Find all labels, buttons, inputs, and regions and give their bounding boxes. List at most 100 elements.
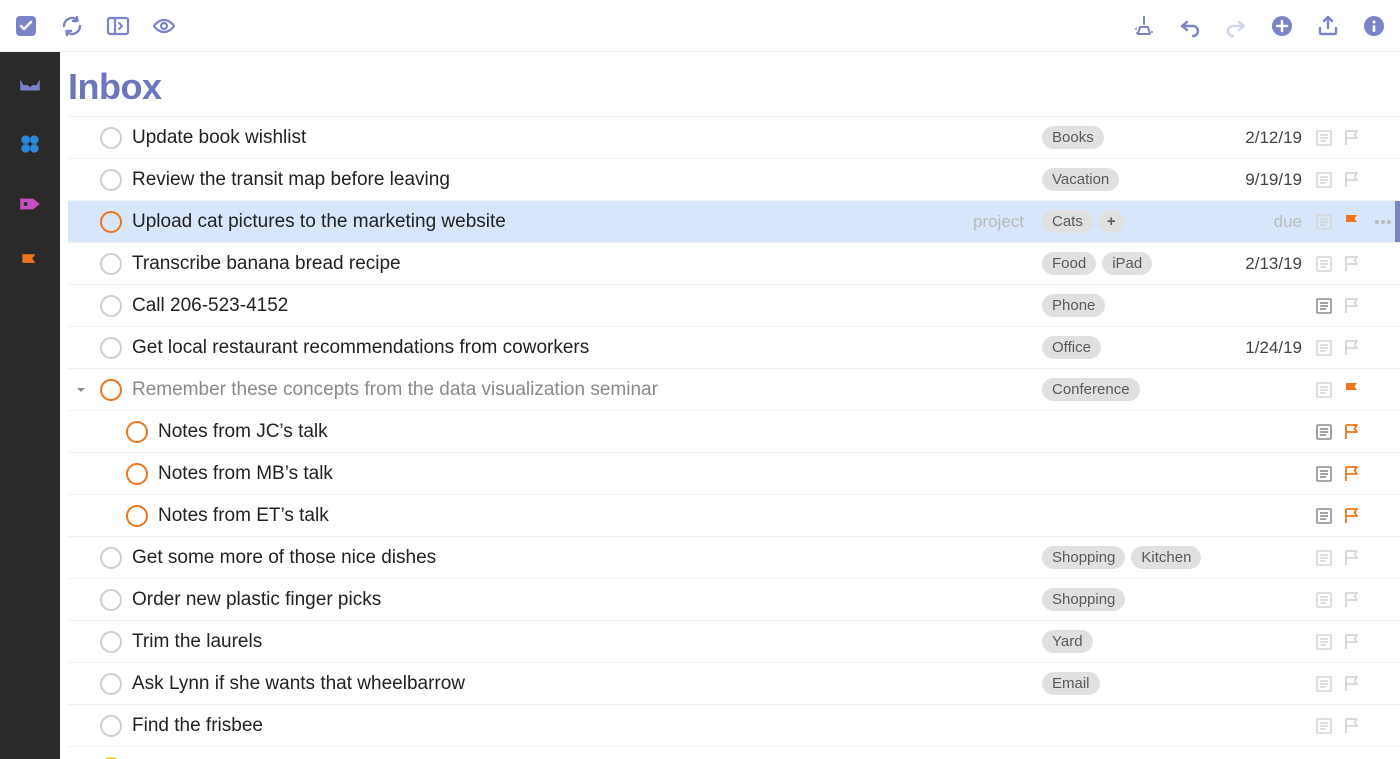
note-icon[interactable] [1310,676,1338,692]
task-row[interactable]: Notes from MB’s talk [68,452,1400,494]
flagged-tab[interactable] [12,246,48,282]
status-circle[interactable] [126,505,148,527]
task-row[interactable]: Put more money on the Orca card1/10/19 [68,746,1400,759]
status-circle[interactable] [100,631,122,653]
task-title: Notes from MB’s talk [158,463,333,485]
tag-pill[interactable]: iPad [1102,252,1152,275]
status-circle[interactable] [100,379,122,401]
note-icon[interactable] [1310,634,1338,650]
task-row[interactable]: Upload cat pictures to the marketing web… [68,200,1400,242]
flag-icon[interactable] [1338,549,1366,567]
flag-icon[interactable] [1338,633,1366,651]
task-row[interactable]: Get some more of those nice dishesShoppi… [68,536,1400,578]
flag-icon[interactable] [1338,129,1366,147]
toggle-sidebar-icon[interactable] [106,14,130,38]
task-row[interactable]: Transcribe banana bread recipeFoodiPad2/… [68,242,1400,284]
tag-pill[interactable]: Vacation [1042,168,1119,191]
flag-icon[interactable] [1338,675,1366,693]
flag-icon[interactable] [1338,339,1366,357]
note-icon[interactable] [1310,256,1338,272]
task-row[interactable]: Call 206-523-4152Phone [68,284,1400,326]
status-circle[interactable] [100,547,122,569]
task-row[interactable]: Ask Lynn if she wants that wheelbarrowEm… [68,662,1400,704]
status-circle[interactable] [126,463,148,485]
disclosure-toggle [74,551,88,565]
task-row[interactable]: Review the transit map before leavingVac… [68,158,1400,200]
project-field[interactable]: project [862,212,1042,232]
undo-icon[interactable] [1178,14,1202,38]
tags-area: Phone [1042,294,1222,317]
task-row[interactable]: Trim the laurelsYard [68,620,1400,662]
tags-tab[interactable] [12,186,48,222]
note-icon[interactable] [1310,466,1338,482]
note-icon[interactable] [1310,424,1338,440]
flag-icon[interactable] [1338,591,1366,609]
note-icon[interactable] [1310,130,1338,146]
task-row[interactable]: Notes from JC’s talk [68,410,1400,452]
flag-icon[interactable] [1338,423,1366,441]
add-icon[interactable] [1270,14,1294,38]
tag-pill[interactable]: Food [1042,252,1096,275]
disclosure-toggle[interactable] [74,383,88,397]
projects-tab[interactable] [12,126,48,162]
status-circle[interactable] [100,253,122,275]
note-icon[interactable] [1310,718,1338,734]
task-row[interactable]: Get local restaurant recommendations fro… [68,326,1400,368]
flag-icon[interactable] [1338,465,1366,483]
tag-pill[interactable]: Email [1042,672,1100,695]
flag-icon[interactable] [1338,297,1366,315]
status-circle[interactable] [100,127,122,149]
note-icon[interactable] [1310,298,1338,314]
note-icon[interactable] [1310,550,1338,566]
task-row[interactable]: Remember these concepts from the data vi… [68,368,1400,410]
more-icon[interactable] [1366,219,1400,225]
eye-icon[interactable] [152,14,176,38]
share-icon[interactable] [1316,14,1340,38]
task-title: Upload cat pictures to the marketing web… [132,211,506,233]
status-circle[interactable] [100,673,122,695]
task-row[interactable]: Order new plastic finger picksShopping [68,578,1400,620]
status-circle[interactable] [100,211,122,233]
note-icon[interactable] [1310,382,1338,398]
flag-icon[interactable] [1338,171,1366,189]
note-icon[interactable] [1310,508,1338,524]
tag-pill[interactable]: Cats [1042,210,1093,233]
status-circle[interactable] [100,295,122,317]
check-icon[interactable] [14,14,38,38]
inbox-tab[interactable] [12,66,48,102]
tag-pill[interactable]: Kitchen [1131,546,1201,569]
cleanup-icon[interactable] [1132,14,1156,38]
flag-icon[interactable] [1338,255,1366,273]
task-row[interactable]: Find the frisbee [68,704,1400,746]
info-icon[interactable] [1362,14,1386,38]
sync-icon[interactable] [60,14,84,38]
tag-pill[interactable]: Office [1042,336,1101,359]
note-icon[interactable] [1310,172,1338,188]
flag-icon[interactable] [1338,381,1366,399]
tag-pill[interactable]: Books [1042,126,1104,149]
note-icon[interactable] [1310,592,1338,608]
status-circle[interactable] [100,715,122,737]
due-date[interactable]: due [1222,212,1310,232]
task-row[interactable]: Notes from ET’s talk [68,494,1400,536]
note-icon[interactable] [1310,214,1338,230]
add-tag-button[interactable]: + [1099,210,1124,233]
tag-pill[interactable]: Shopping [1042,546,1125,569]
tags-area: Email [1042,672,1222,695]
status-circle[interactable] [100,589,122,611]
status-circle[interactable] [100,169,122,191]
task-title: Notes from ET’s talk [158,505,329,527]
note-icon[interactable] [1310,340,1338,356]
task-row[interactable]: Update book wishlistBooks2/12/19 [68,116,1400,158]
redo-icon[interactable] [1224,14,1248,38]
tag-pill[interactable]: Phone [1042,294,1105,317]
status-circle[interactable] [100,337,122,359]
flag-icon[interactable] [1338,213,1366,231]
main-content: Inbox Update book wishlistBooks2/12/19Re… [60,52,1400,759]
flag-icon[interactable] [1338,717,1366,735]
tag-pill[interactable]: Conference [1042,378,1140,401]
tag-pill[interactable]: Shopping [1042,588,1125,611]
flag-icon[interactable] [1338,507,1366,525]
status-circle[interactable] [126,421,148,443]
tag-pill[interactable]: Yard [1042,630,1093,653]
